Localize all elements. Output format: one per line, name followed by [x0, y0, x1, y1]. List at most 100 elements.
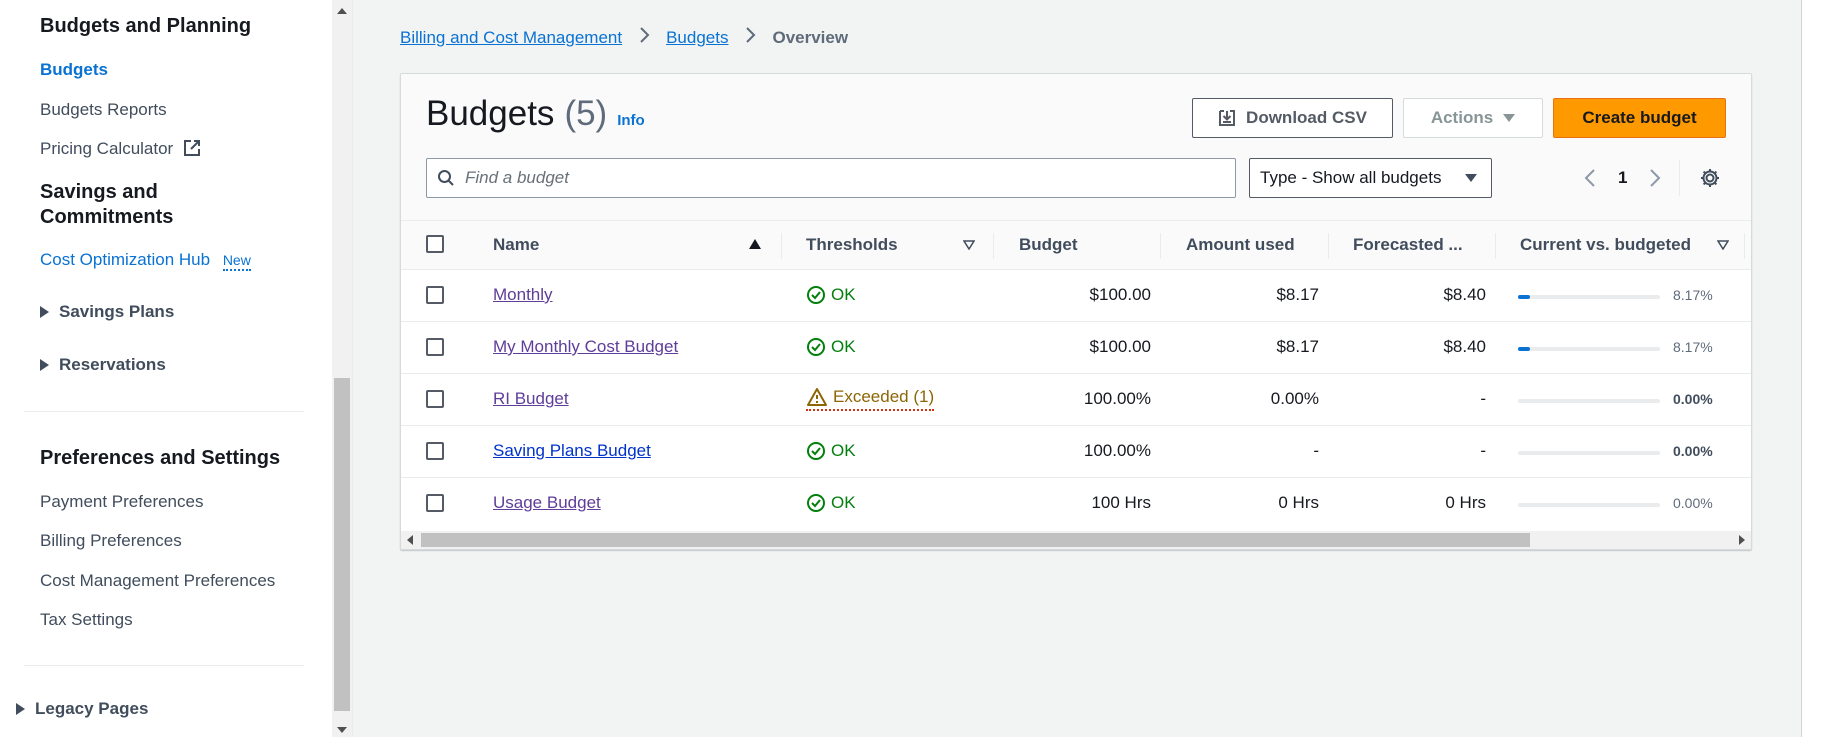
- legacy-pages-label: Legacy Pages: [35, 699, 149, 718]
- sort-icon[interactable]: [1717, 240, 1729, 250]
- sidebar-item-cost-management-preferences[interactable]: Cost Management Preferences: [40, 570, 275, 592]
- breadcrumb-billing[interactable]: Billing and Cost Management: [400, 28, 622, 48]
- sidebar-expander-reservations[interactable]: Reservations: [40, 354, 166, 376]
- caret-right-icon: [40, 306, 49, 318]
- sidebar-item-payment-preferences[interactable]: Payment Preferences: [40, 491, 203, 513]
- type-filter-select[interactable]: Type - Show all budgets: [1249, 158, 1492, 198]
- scrollbar-thumb[interactable]: [334, 378, 350, 711]
- sidebar-scrollbar[interactable]: [332, 0, 352, 737]
- sort-ascending-icon[interactable]: [748, 238, 762, 250]
- scroll-up-icon[interactable]: [337, 8, 347, 14]
- gear-icon[interactable]: [1699, 167, 1721, 189]
- download-icon: [1219, 110, 1236, 126]
- budget-value: $100.00: [1089, 337, 1151, 356]
- row-checkbox[interactable]: [426, 494, 444, 512]
- column-divider: [781, 233, 782, 259]
- row-checkbox[interactable]: [426, 442, 444, 460]
- nav-heading-budgets-planning: Budgets and Planning: [40, 15, 252, 37]
- scroll-left-icon[interactable]: [407, 535, 413, 545]
- column-header-current-vs-budgeted[interactable]: Current vs. budgeted: [1520, 235, 1691, 255]
- actions-label: Actions: [1430, 108, 1494, 127]
- sidebar-item-budgets-reports[interactable]: Budgets Reports: [40, 99, 167, 121]
- create-budget-label: Create budget: [1582, 108, 1697, 127]
- download-csv-button[interactable]: Download CSV: [1192, 98, 1393, 138]
- sidebar-item-pricing-calculator[interactable]: Pricing Calculator: [40, 138, 201, 160]
- budget-name-link[interactable]: Usage Budget: [493, 493, 601, 512]
- percent-value: 0.00%: [1673, 391, 1713, 407]
- budget-name-link[interactable]: My Monthly Cost Budget: [493, 337, 678, 356]
- sort-icon[interactable]: [963, 240, 975, 250]
- external-link-icon: [183, 140, 200, 156]
- container-header: Budgets (5) Info Download CSV Actions Cr…: [401, 74, 1751, 220]
- caret-right-icon: [16, 703, 25, 715]
- progress-bar: [1518, 503, 1660, 507]
- title-count: (5): [564, 94, 608, 133]
- column-divider: [1744, 233, 1745, 259]
- status-ok: OK: [806, 441, 856, 461]
- right-panel-edge: [1801, 0, 1842, 737]
- status-exceeded[interactable]: Exceeded (1): [806, 387, 935, 411]
- forecasted-value: 0 Hrs: [1445, 493, 1486, 512]
- search-input[interactable]: [465, 168, 1225, 188]
- sidebar-item-billing-preferences[interactable]: Billing Preferences: [40, 530, 182, 552]
- check-circle-icon: [807, 442, 825, 460]
- chevron-left-icon[interactable]: [1584, 168, 1596, 188]
- table-row: My Monthly Cost Budget OK $100.00 $8.17 …: [401, 322, 1751, 374]
- amount-used-value: $8.17: [1276, 337, 1319, 356]
- row-checkbox[interactable]: [426, 390, 444, 408]
- check-circle-icon: [807, 338, 825, 356]
- percent-value: 0.00%: [1673, 495, 1713, 511]
- page-number[interactable]: 1: [1618, 168, 1627, 188]
- sidebar-expander-legacy-pages[interactable]: Legacy Pages: [16, 698, 148, 720]
- row-checkbox[interactable]: [426, 338, 444, 356]
- threshold-text: OK: [831, 493, 856, 512]
- amount-used-value: $8.17: [1276, 285, 1319, 304]
- column-divider: [1495, 233, 1496, 259]
- row-checkbox[interactable]: [426, 286, 444, 304]
- chevron-right-icon[interactable]: [1649, 168, 1661, 188]
- column-header-forecasted[interactable]: Forecasted ...: [1353, 235, 1463, 255]
- column-header-budget[interactable]: Budget: [1019, 235, 1078, 255]
- sidebar-item-budgets[interactable]: Budgets: [40, 59, 108, 81]
- sidebar: Budgets and Planning Budgets Budgets Rep…: [0, 0, 304, 737]
- percent-value: 0.00%: [1673, 443, 1713, 459]
- search-field[interactable]: [426, 158, 1236, 198]
- column-header-thresholds[interactable]: Thresholds: [806, 235, 898, 255]
- amount-used-value: -: [1313, 441, 1319, 460]
- forecasted-value: -: [1480, 441, 1486, 460]
- sidebar-divider: [24, 411, 304, 412]
- budgets-table-container: Budgets (5) Info Download CSV Actions Cr…: [400, 73, 1752, 550]
- nav-heading-preferences: Preferences and Settings: [40, 447, 281, 469]
- create-budget-button[interactable]: Create budget: [1553, 98, 1726, 138]
- info-link[interactable]: Info: [617, 112, 645, 129]
- search-icon: [438, 170, 454, 186]
- progress-bar: [1518, 347, 1660, 351]
- budget-value: 100.00%: [1083, 441, 1151, 460]
- select-all-checkbox[interactable]: [426, 235, 444, 253]
- budget-name-link[interactable]: Monthly: [493, 285, 553, 304]
- sidebar-item-tax-settings[interactable]: Tax Settings: [40, 609, 133, 631]
- sidebar-item-cost-optimization-hub[interactable]: Cost Optimization Hub New: [40, 249, 251, 271]
- actions-dropdown-button[interactable]: Actions: [1403, 98, 1543, 138]
- progress-bar: [1518, 399, 1660, 403]
- budget-value: 100 Hrs: [1091, 493, 1151, 512]
- title-text: Budgets: [426, 94, 555, 133]
- scroll-right-icon[interactable]: [1739, 535, 1745, 545]
- download-csv-label: Download CSV: [1246, 108, 1367, 127]
- pagination: 1: [1584, 158, 1661, 198]
- breadcrumb-budgets[interactable]: Budgets: [666, 28, 728, 48]
- caret-down-icon: [1503, 114, 1516, 122]
- scroll-down-icon[interactable]: [337, 727, 347, 733]
- column-divider: [1160, 233, 1161, 259]
- amount-used-value: 0.00%: [1270, 389, 1319, 408]
- warning-icon: [807, 388, 827, 406]
- sidebar-expander-savings-plans[interactable]: Savings Plans: [40, 301, 174, 323]
- column-header-name[interactable]: Name: [493, 235, 539, 255]
- column-header-amount-used[interactable]: Amount used: [1186, 235, 1295, 255]
- scrollbar-thumb[interactable]: [421, 533, 1530, 547]
- budget-name-link[interactable]: Saving Plans Budget: [493, 441, 651, 460]
- progress-bar: [1518, 295, 1660, 299]
- table-row: Monthly OK $100.00 $8.17 $8.40 8.17%: [401, 270, 1751, 322]
- budget-name-link[interactable]: RI Budget: [493, 389, 569, 408]
- table-horizontal-scrollbar[interactable]: [401, 531, 1751, 549]
